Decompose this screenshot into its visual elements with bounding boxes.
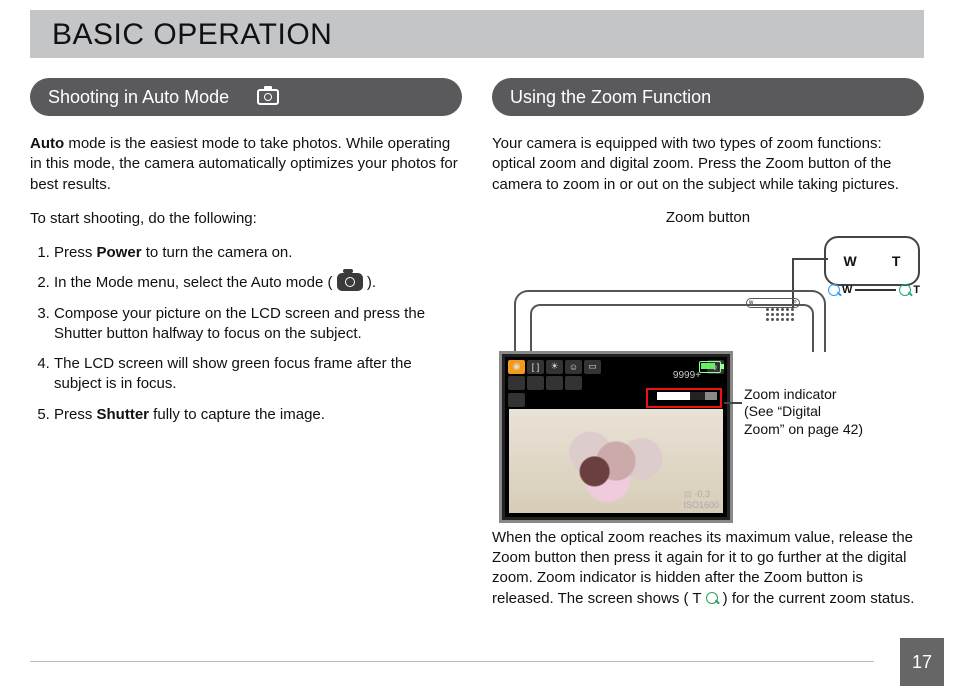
lead-line: To start shooting, do the following: (30, 209, 462, 229)
ev-value: ▤ -0.3 (683, 489, 719, 500)
left-chip (508, 393, 525, 407)
leader-line-2 (724, 402, 742, 404)
column-left: Shooting in Auto Mode Auto mode is the e… (30, 78, 462, 623)
focus-chip: [ ] (527, 360, 544, 374)
mode-chip: ◉ (508, 360, 525, 374)
zoom-button-label: Zoom button (492, 209, 924, 226)
zoom-t: T (892, 253, 901, 269)
intro-bold: Auto (30, 135, 64, 152)
page-title: BASIC OPERATION (52, 18, 902, 52)
zoom-outro: When the optical zoom reaches its maximu… (492, 528, 924, 609)
zoom-out-icon (828, 284, 840, 296)
step-3: Compose your picture on the LCD screen a… (54, 304, 462, 345)
footer-rule (30, 661, 874, 662)
step-1b: Power (97, 244, 142, 261)
zoom-legend-bar (855, 289, 896, 291)
section-title-shooting: Shooting in Auto Mode (48, 87, 229, 108)
shot-counter: 9999+ (673, 370, 701, 381)
step-2b: ). (367, 274, 376, 291)
zoom-w: W (844, 253, 857, 269)
intro-paragraph: Auto mode is the easiest mode to take ph… (30, 134, 462, 195)
section-pill-shooting: Shooting in Auto Mode (30, 78, 462, 116)
zoom-indicator-highlight (646, 388, 722, 408)
face-chip: ☺ (565, 360, 582, 374)
meter-chip: ☀ (546, 360, 563, 374)
page-header: BASIC OPERATION (30, 10, 924, 58)
outro-b: ) for the current zoom status. (723, 590, 915, 607)
section-pill-zoom: Using the Zoom Function (492, 78, 924, 116)
section-title-zoom: Using the Zoom Function (510, 87, 711, 108)
lcd-preview: ◉ [ ] ☀ ☺ ▭ 9999+ ♪ (502, 354, 730, 520)
step-4: The LCD screen will show green focus fra… (54, 354, 462, 395)
magnify-icon (706, 592, 718, 604)
iso-value: ISO1600 (683, 500, 719, 511)
intro-rest: mode is the easiest mode to take photos.… (30, 135, 458, 193)
af-chip (546, 376, 563, 390)
legend-w: W (842, 284, 852, 296)
zoom-rocker-detail: W T (824, 236, 920, 286)
camera-icon (257, 89, 279, 105)
flash-chip (508, 376, 525, 390)
zoom-legend: W T (828, 284, 920, 296)
size-chip: ▭ (584, 360, 601, 374)
step-5a: Press (54, 406, 97, 423)
steps-list: Press Power to turn the camera on. In th… (30, 243, 462, 425)
step-5: Press Shutter fully to capture the image… (54, 405, 462, 425)
step-1: Press Power to turn the camera on. (54, 243, 462, 263)
camera-outline: w⌕ (514, 290, 826, 352)
zoom-diagram: W T W T w⌕ (492, 228, 924, 518)
column-right: Using the Zoom Function Your camera is e… (492, 78, 924, 623)
speaker-grill (766, 308, 794, 321)
zoom-indicator-label: Zoom indicator (See “Digital Zoom” on pa… (744, 386, 864, 439)
legend-t: T (913, 284, 920, 296)
step-2a: In the Mode menu, select the Auto mode ( (54, 274, 333, 291)
camera-mode-icon (337, 273, 363, 291)
step-5b: Shutter (97, 406, 150, 423)
wb-chip (565, 376, 582, 390)
step-1a: Press (54, 244, 97, 261)
battery-icon (699, 361, 721, 373)
step-1c: to turn the camera on. (142, 244, 293, 261)
lcd-second-row (508, 376, 582, 390)
exif-readout: ▤ -0.3 ISO1600 (683, 489, 719, 511)
zoom-in-icon (899, 284, 911, 296)
drive-chip (527, 376, 544, 390)
step-2: In the Mode menu, select the Auto mode (… (54, 273, 462, 293)
outro-t: T (692, 590, 701, 607)
page-number-tab: 17 (900, 638, 944, 686)
step-5c: fully to capture the image. (149, 406, 325, 423)
zoom-intro: Your camera is equipped with two types o… (492, 134, 924, 195)
